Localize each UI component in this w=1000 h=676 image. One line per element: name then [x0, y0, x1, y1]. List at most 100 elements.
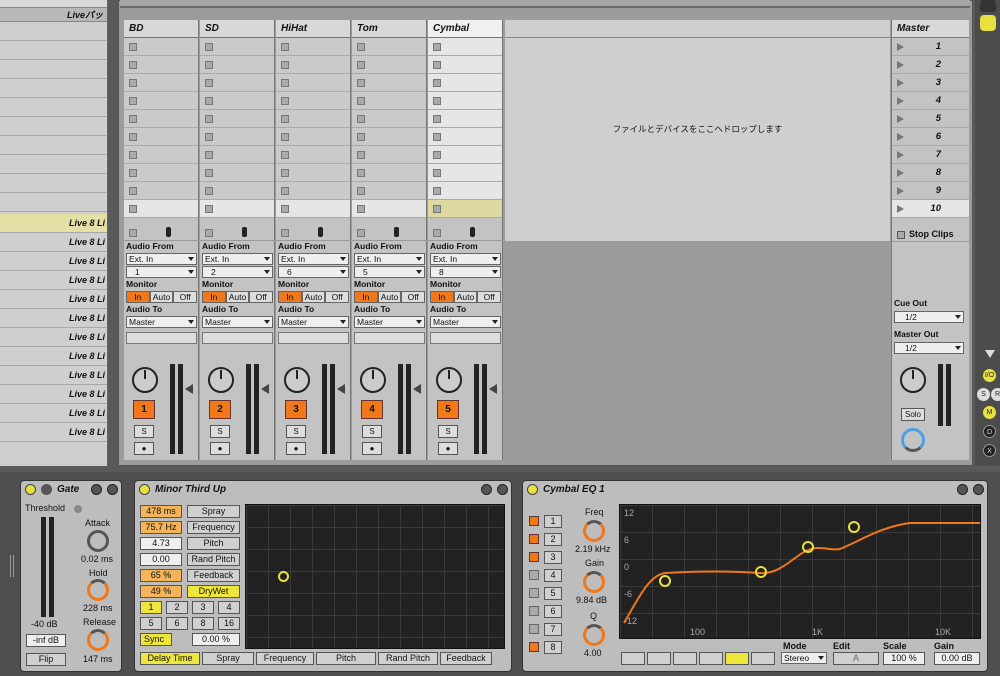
- delay-header[interactable]: Minor Third Up: [135, 481, 511, 497]
- input-channel-select[interactable]: 2: [202, 266, 273, 278]
- track-title[interactable]: Cymbal: [428, 20, 502, 38]
- mode-select[interactable]: Stereo: [781, 652, 827, 664]
- beat-division-button[interactable]: 3: [192, 601, 214, 614]
- list-item[interactable]: Live 8 Li: [0, 309, 107, 328]
- scene-launch-icon[interactable]: [897, 61, 904, 69]
- track-title[interactable]: SD: [200, 20, 274, 38]
- clip-stop-icon[interactable]: [129, 133, 137, 141]
- scene-launch-icon[interactable]: [897, 151, 904, 159]
- clip-slot[interactable]: [352, 56, 426, 74]
- scene-row[interactable]: 9: [892, 182, 969, 200]
- scene-row[interactable]: 1: [892, 38, 969, 56]
- clip-slot[interactable]: [124, 146, 198, 164]
- xy-tab-feedback[interactable]: Feedback: [440, 652, 492, 665]
- clip-stop-icon[interactable]: [433, 133, 441, 141]
- monitor-in-button[interactable]: In: [126, 291, 150, 303]
- attack-knob[interactable]: [87, 530, 109, 552]
- audio-to-select[interactable]: Master: [202, 316, 273, 328]
- stop-icon[interactable]: [281, 229, 289, 237]
- audio-from-select[interactable]: Ext. In: [202, 253, 273, 265]
- edit-button[interactable]: A: [833, 652, 879, 665]
- clip-slot[interactable]: [124, 38, 198, 56]
- clip-stop-icon[interactable]: [129, 169, 137, 177]
- clip-stop-icon[interactable]: [357, 43, 365, 51]
- clip-slot[interactable]: [428, 164, 502, 182]
- clip-stop-icon[interactable]: [281, 151, 289, 159]
- clip-slot[interactable]: [200, 200, 274, 218]
- scene-row[interactable]: 10: [892, 200, 969, 218]
- clip-slot[interactable]: [428, 110, 502, 128]
- save-icon[interactable]: [497, 483, 508, 495]
- solo-button[interactable]: S: [362, 425, 382, 438]
- master-title[interactable]: Master: [892, 20, 969, 38]
- stop-icon[interactable]: [129, 229, 137, 237]
- clip-stop-icon[interactable]: [433, 97, 441, 105]
- filter-shape-3-button[interactable]: [673, 652, 697, 665]
- clip-slot[interactable]: [276, 92, 350, 110]
- scroll-down-icon[interactable]: [985, 350, 995, 358]
- output-gain-field[interactable]: 0.00 dB: [934, 652, 980, 665]
- track-activator-button[interactable]: 5: [437, 400, 459, 419]
- fader-arrow-icon[interactable]: [261, 384, 269, 394]
- clip-stop-icon[interactable]: [205, 169, 213, 177]
- band-select-button[interactable]: 3: [544, 551, 562, 564]
- arm-button[interactable]: ●: [210, 442, 230, 455]
- clip-slot[interactable]: [428, 74, 502, 92]
- band-select-button[interactable]: 5: [544, 587, 562, 600]
- clip-slot[interactable]: [276, 56, 350, 74]
- toggle-x-button[interactable]: X: [983, 444, 996, 457]
- save-icon[interactable]: [973, 483, 984, 495]
- list-item[interactable]: Live 8 Li: [0, 385, 107, 404]
- scene-launch-icon[interactable]: [897, 187, 904, 195]
- list-item[interactable]: [0, 41, 107, 60]
- clip-stop-icon[interactable]: [433, 61, 441, 69]
- audio-to-select[interactable]: Master: [126, 316, 197, 328]
- scene-launch-icon[interactable]: [897, 169, 904, 177]
- band-select-button[interactable]: 4: [544, 569, 562, 582]
- clip-stop-icon[interactable]: [205, 151, 213, 159]
- clip-stop-icon[interactable]: [281, 133, 289, 141]
- clip-slot[interactable]: [428, 146, 502, 164]
- arm-button[interactable]: ●: [438, 442, 458, 455]
- fader-arrow-icon[interactable]: [337, 384, 345, 394]
- band-enable-button[interactable]: [529, 642, 539, 652]
- scene-row[interactable]: 8: [892, 164, 969, 182]
- clip-slot[interactable]: [352, 128, 426, 146]
- clip-slot[interactable]: [200, 74, 274, 92]
- stop-clips-button[interactable]: Stop Clips: [892, 226, 969, 242]
- gain-knob[interactable]: [583, 571, 605, 593]
- list-item[interactable]: [0, 22, 107, 41]
- audio-to-select[interactable]: Master: [278, 316, 349, 328]
- clip-slot[interactable]: [200, 128, 274, 146]
- band-enable-button[interactable]: [529, 588, 539, 598]
- band-enable-button[interactable]: [529, 624, 539, 634]
- input-channel-select[interactable]: 6: [278, 266, 349, 278]
- input-channel-select[interactable]: 5: [354, 266, 425, 278]
- audio-from-select[interactable]: Ext. In: [126, 253, 197, 265]
- xy-handle[interactable]: [278, 571, 289, 582]
- monitor-in-button[interactable]: In: [202, 291, 226, 303]
- clip-stop-icon[interactable]: [129, 61, 137, 69]
- list-item[interactable]: Live 8 Li: [0, 271, 107, 290]
- clip-stop-icon[interactable]: [129, 97, 137, 105]
- monitor-auto-button[interactable]: Auto: [225, 291, 250, 303]
- delay-value-field[interactable]: 0.00: [140, 553, 182, 566]
- scene-launch-icon[interactable]: [897, 43, 904, 51]
- monitor-in-button[interactable]: In: [278, 291, 302, 303]
- clip-stop-icon[interactable]: [205, 61, 213, 69]
- clip-slot[interactable]: [200, 56, 274, 74]
- xy-tab-spray[interactable]: Spray: [202, 652, 254, 665]
- scene-row[interactable]: 7: [892, 146, 969, 164]
- list-item[interactable]: [0, 98, 107, 117]
- clip-stop-icon[interactable]: [205, 187, 213, 195]
- track-title[interactable]: HiHat: [276, 20, 350, 38]
- band-enable-button[interactable]: [529, 534, 539, 544]
- scene-launch-icon[interactable]: [897, 97, 904, 105]
- drop-area[interactable]: ファイルとデバイスをここへドロップします: [505, 20, 890, 460]
- clip-stop-icon[interactable]: [205, 205, 213, 213]
- track-activator-button[interactable]: 1: [133, 400, 155, 419]
- eq-header[interactable]: Cymbal EQ 1: [523, 481, 987, 497]
- clip-slot[interactable]: [276, 74, 350, 92]
- volume-knob[interactable]: [208, 367, 234, 393]
- stop-icon[interactable]: [205, 229, 213, 237]
